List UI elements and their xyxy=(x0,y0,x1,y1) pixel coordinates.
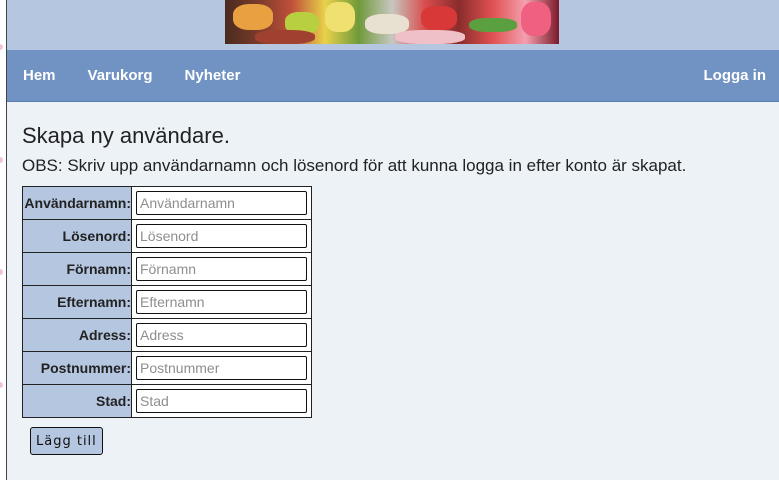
candy-banner-image xyxy=(225,0,559,44)
form-row-lastname: Efternamn: xyxy=(22,285,312,319)
background-dot xyxy=(0,269,3,275)
form-row-password: Lösenord: xyxy=(22,219,312,253)
city-input[interactable] xyxy=(136,389,307,413)
create-user-form: Användarnamn: Lösenord: Förnamn: Efterna… xyxy=(22,186,312,418)
notice-text: OBS: Skriv upp användarnamn och lösenord… xyxy=(22,156,687,175)
form-row-address: Adress: xyxy=(22,318,312,352)
username-label: Användarnamn: xyxy=(22,186,132,220)
page-frame: Hem Varukorg Nyheter Logga in Skapa ny a… xyxy=(6,0,779,480)
background-dot xyxy=(0,382,3,388)
background-dot xyxy=(0,44,3,50)
main-content: Skapa ny användare. OBS: Skriv upp använ… xyxy=(7,123,779,455)
city-label: Stad: xyxy=(22,384,132,418)
postcode-input[interactable] xyxy=(136,356,307,380)
add-user-button[interactable]: Lägg till xyxy=(30,427,103,455)
firstname-label: Förnamn: xyxy=(22,252,132,286)
password-label: Lösenord: xyxy=(22,219,132,253)
main-navbar: Hem Varukorg Nyheter Logga in xyxy=(7,50,779,102)
nav-news-link[interactable]: Nyheter xyxy=(185,67,241,84)
form-row-city: Stad: xyxy=(22,384,312,418)
form-row-username: Användarnamn: xyxy=(22,186,312,220)
nav-cart-link[interactable]: Varukorg xyxy=(88,67,153,84)
postcode-label: Postnummer: xyxy=(22,351,132,385)
background-dot xyxy=(0,157,3,163)
username-input[interactable] xyxy=(136,191,307,215)
form-row-firstname: Förnamn: xyxy=(22,252,312,286)
page-title: Skapa ny användare. xyxy=(22,123,230,148)
nav-links: Hem Varukorg Nyheter xyxy=(23,67,240,84)
login-link[interactable]: Logga in xyxy=(704,67,767,84)
lastname-label: Efternamn: xyxy=(22,285,132,319)
header xyxy=(7,0,779,50)
address-input[interactable] xyxy=(136,323,307,347)
address-label: Adress: xyxy=(22,318,132,352)
firstname-input[interactable] xyxy=(136,257,307,281)
lastname-input[interactable] xyxy=(136,290,307,314)
password-input[interactable] xyxy=(136,224,307,248)
form-row-postcode: Postnummer: xyxy=(22,351,312,385)
nav-home-link[interactable]: Hem xyxy=(23,67,56,84)
